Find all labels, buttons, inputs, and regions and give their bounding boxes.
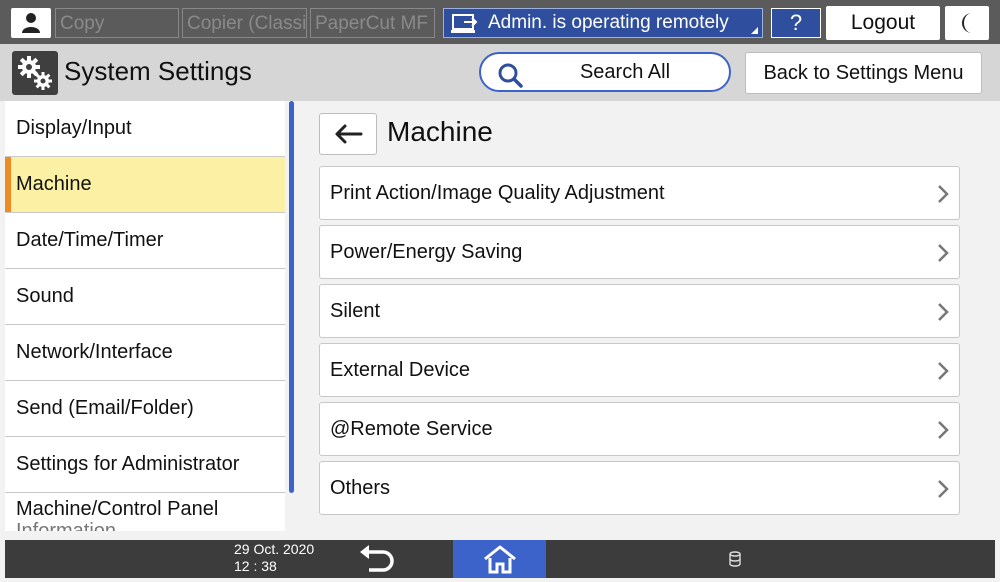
sidebar-item-label: Machine/Control Panel	[16, 498, 219, 520]
sidebar-item-send-email-folder[interactable]: Send (Email/Folder)	[5, 381, 285, 437]
app-tab-copier-classic[interactable]: Copier (Classic)	[182, 8, 307, 38]
help-button[interactable]: ?	[771, 8, 821, 38]
sidebar-item-label-line2: Information	[16, 520, 117, 531]
storage-icon	[729, 551, 741, 567]
section-title: Machine	[387, 116, 493, 147]
top-bar: Copy Copier (Classic) PaperCut MF Admin.…	[0, 0, 1000, 44]
logout-button[interactable]: Logout	[826, 6, 940, 40]
chevron-right-icon	[938, 303, 949, 321]
app-tab-copy[interactable]: Copy	[55, 8, 179, 38]
menu-item-power-energy-saving[interactable]: Power/Energy Saving	[319, 225, 960, 279]
date-text: 29 Oct. 2020	[234, 541, 315, 557]
sidebar-item-machine[interactable]: Machine	[5, 157, 285, 213]
sidebar-item-network-interface[interactable]: Network/Interface	[5, 325, 285, 381]
menu-item-external-device[interactable]: External Device	[319, 343, 960, 397]
menu-item-label: Silent	[330, 300, 381, 322]
sidebar-scrollbar[interactable]	[289, 101, 294, 493]
menu-item-others[interactable]: Others	[319, 461, 960, 515]
time-text: 12 : 38	[234, 558, 277, 574]
menu-item-remote-service[interactable]: @Remote Service	[319, 402, 960, 456]
user-icon	[22, 13, 40, 33]
chevron-right-icon	[938, 421, 949, 439]
menu-item-label: External Device	[330, 359, 471, 381]
search-all-label: Search All	[579, 61, 671, 83]
header-bar: System Settings Search All Back to Setti…	[0, 44, 1000, 101]
chevron-right-icon	[938, 362, 949, 380]
back-arrow-icon	[335, 124, 363, 144]
remote-status-button[interactable]: Admin. is operating remotely	[443, 8, 763, 38]
remote-status-text: Admin. is operating remotely	[488, 12, 729, 33]
sidebar-item-sound[interactable]: Sound	[5, 269, 285, 325]
app-tab-papercut[interactable]: PaperCut MF	[310, 8, 435, 38]
sidebar-item-settings-for-administrator[interactable]: Settings for Administrator	[5, 437, 285, 493]
sidebar-item-date-time-timer[interactable]: Date/Time/Timer	[5, 213, 285, 269]
user-button[interactable]	[11, 8, 51, 38]
settings-sidebar: Display/Input Machine Date/Time/Timer So…	[5, 101, 285, 531]
menu-item-print-action-image-quality[interactable]: Print Action/Image Quality Adjustment	[319, 166, 960, 220]
back-to-settings-menu-button[interactable]: Back to Settings Menu	[745, 52, 982, 94]
settings-gear-icon	[18, 56, 52, 90]
menu-item-silent[interactable]: Silent	[319, 284, 960, 338]
settings-app-icon	[12, 51, 58, 95]
undo-icon	[360, 545, 394, 572]
chevron-right-icon	[938, 480, 949, 498]
search-all-button[interactable]: Search All	[479, 52, 731, 92]
date-time-display: 29 Oct. 2020 12 : 38	[234, 541, 314, 575]
page-title: System Settings	[64, 56, 252, 86]
remote-operation-icon	[451, 14, 478, 33]
home-icon	[484, 545, 516, 574]
menu-item-label: Power/Energy Saving	[330, 241, 523, 263]
back-button[interactable]	[319, 113, 377, 155]
undo-button[interactable]	[357, 544, 397, 579]
menu-item-label: Others	[330, 477, 391, 499]
home-button[interactable]	[453, 540, 546, 578]
chevron-right-icon	[938, 185, 949, 203]
chevron-right-icon	[938, 244, 949, 262]
night-mode-button[interactable]	[945, 6, 989, 40]
bottom-status-bar: 29 Oct. 2020 12 : 38	[5, 540, 995, 578]
night-mode-icon	[962, 13, 972, 33]
sidebar-item-machine-control-panel-information[interactable]: Machine/Control Panel Information	[5, 493, 285, 531]
menu-item-label: @Remote Service	[330, 418, 493, 440]
menu-item-label: Print Action/Image Quality Adjustment	[330, 182, 665, 204]
expand-corner-icon	[751, 27, 758, 34]
sidebar-item-display-input[interactable]: Display/Input	[5, 101, 285, 157]
